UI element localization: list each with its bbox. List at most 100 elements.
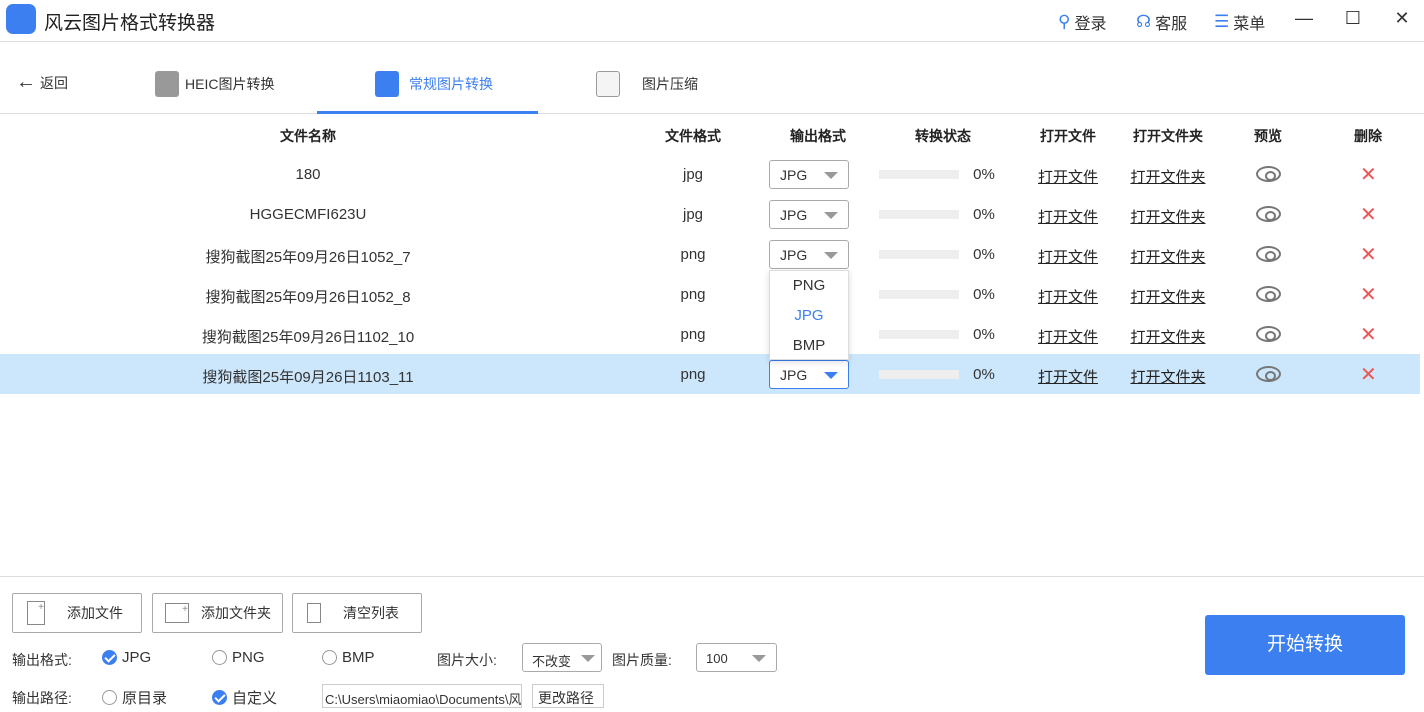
table-row[interactable]: 搜狗截图25年09月26日1103_11 png JPG 0% 打开文件 打开文… [0,354,1420,394]
eye-icon[interactable] [1256,326,1281,342]
clear-list-button[interactable]: 清空列表 [292,593,422,633]
trash-icon [307,603,321,623]
file-format: png [680,246,705,263]
tab-heic-label: HEIC图片转换 [185,74,274,94]
service-button[interactable]: ☊客服 [1136,10,1187,34]
table-row[interactable]: 搜狗截图25年09月26日1052_8 png JPG 0% 打开文件 打开文件… [0,274,1420,314]
chevron-down-icon [824,372,838,379]
header-delete: 删除 [1354,126,1382,146]
dropdown-option-png[interactable]: PNG [770,271,848,301]
folder-add-icon: + [165,603,189,623]
file-name: 搜狗截图25年09月26日1052_8 [205,286,410,307]
eye-icon[interactable] [1256,286,1281,302]
table-row[interactable]: 搜狗截图25年09月26日1052_7 png JPG 0% 打开文件 打开文件… [0,234,1420,274]
image-quality-select[interactable]: 100 [696,643,777,672]
image-quality-label: 图片质量: [612,650,672,670]
chevron-down-icon [824,172,838,179]
menu-button[interactable]: ☰菜单 [1214,10,1265,34]
output-format-select[interactable]: JPG [769,160,849,189]
tab-heic[interactable]: HEIC图片转换 [155,71,274,97]
chevron-down-icon [824,212,838,219]
close-button[interactable]: ✕ [1392,8,1412,29]
open-folder-link[interactable]: 打开文件夹 [1130,166,1205,187]
path-radio-original[interactable]: 原目录 [102,687,167,708]
delete-icon[interactable]: ✕ [1360,202,1377,227]
chevron-down-icon [581,655,595,662]
output-path-label: 输出路径: [12,688,72,708]
output-format-select[interactable]: JPG [769,240,849,269]
back-button[interactable]: ←返回 [16,71,68,94]
format-bmp-label: BMP [342,649,375,666]
output-path-input[interactable]: C:\Users\miaomiao\Documents\风 [322,684,522,708]
format-jpg-label: JPG [122,649,151,666]
output-format-label: 输出格式: [12,650,72,670]
open-folder-link[interactable]: 打开文件夹 [1130,206,1205,227]
open-folder-link[interactable]: 打开文件夹 [1130,366,1205,387]
eye-icon[interactable] [1256,246,1281,262]
tab-compress[interactable]: 图片压缩 [596,71,698,97]
open-folder-link[interactable]: 打开文件夹 [1130,326,1205,347]
format-radio-png[interactable]: PNG [212,649,265,666]
start-convert-button[interactable]: 开始转换 [1205,615,1405,675]
open-folder-link[interactable]: 打开文件夹 [1130,246,1205,267]
delete-icon[interactable]: ✕ [1360,162,1377,187]
add-file-button[interactable]: +添加文件 [12,593,142,633]
output-format-select[interactable]: JPG [769,200,849,229]
login-button[interactable]: ⚲登录 [1058,10,1106,34]
headset-icon: ☊ [1136,12,1151,32]
progress-bar [879,250,959,259]
open-file-link[interactable]: 打开文件 [1038,286,1098,307]
open-file-link[interactable]: 打开文件 [1038,206,1098,227]
dropdown-option-bmp[interactable]: BMP [770,331,848,361]
progress-bar [879,210,959,219]
progress-text: 0% [973,326,995,343]
table-row[interactable]: HGGECMFI623U jpg JPG 0% 打开文件 打开文件夹 ✕ [0,194,1420,234]
eye-icon[interactable] [1256,206,1281,222]
tab-normal[interactable]: 常规图片转换 [375,71,493,97]
file-name: 180 [295,166,320,183]
delete-icon[interactable]: ✕ [1360,322,1377,347]
open-file-link[interactable]: 打开文件 [1038,166,1098,187]
delete-icon[interactable]: ✕ [1360,362,1377,387]
back-label: 返回 [40,73,68,93]
menu-label: 菜单 [1233,10,1265,34]
open-folder-link[interactable]: 打开文件夹 [1130,286,1205,307]
path-original-label: 原目录 [122,687,167,708]
progress-bar [879,170,959,179]
title-bar: 风云图片格式转换器 ⚲登录 ☊客服 ☰菜单 — ☐ ✕ [0,0,1424,42]
tab-normal-label: 常规图片转换 [409,74,493,94]
tab-compress-label: 图片压缩 [642,74,698,94]
eye-icon[interactable] [1256,366,1281,382]
table-row[interactable]: 搜狗截图25年09月26日1102_10 png JPG 0% 打开文件 打开文… [0,314,1420,354]
add-folder-button[interactable]: +添加文件夹 [152,593,283,633]
open-file-link[interactable]: 打开文件 [1038,326,1098,347]
eye-icon[interactable] [1256,166,1281,182]
radio-checked-icon [102,650,117,665]
table-row[interactable]: 180 jpg JPG 0% 打开文件 打开文件夹 ✕ [0,154,1420,194]
output-format-value: JPG [780,207,807,223]
format-radio-bmp[interactable]: BMP [322,649,375,666]
change-path-button[interactable]: 更改路径 [532,684,604,708]
output-format-dropdown[interactable]: PNG JPG BMP [769,270,849,360]
user-icon: ⚲ [1058,12,1070,32]
header-open-folder: 打开文件夹 [1133,126,1203,146]
header-preview: 预览 [1254,126,1282,146]
output-format-select[interactable]: JPG [769,360,849,389]
dropdown-option-jpg[interactable]: JPG [770,301,848,331]
header-open-file: 打开文件 [1040,126,1096,146]
maximize-button[interactable]: ☐ [1343,8,1363,29]
delete-icon[interactable]: ✕ [1360,242,1377,267]
output-format-value: JPG [780,247,807,263]
header-file-format: 文件格式 [665,126,721,146]
open-file-link[interactable]: 打开文件 [1038,366,1098,387]
format-radio-jpg[interactable]: JPG [102,649,151,666]
image-size-select[interactable]: 不改变 [522,643,602,672]
radio-checked-icon [212,690,227,705]
path-radio-custom[interactable]: 自定义 [212,687,277,708]
header-output-format: 输出格式 [790,126,846,146]
delete-icon[interactable]: ✕ [1360,282,1377,307]
output-format-value: JPG [780,367,807,383]
minimize-button[interactable]: — [1294,8,1314,29]
open-file-link[interactable]: 打开文件 [1038,246,1098,267]
app-title: 风云图片格式转换器 [44,8,215,35]
